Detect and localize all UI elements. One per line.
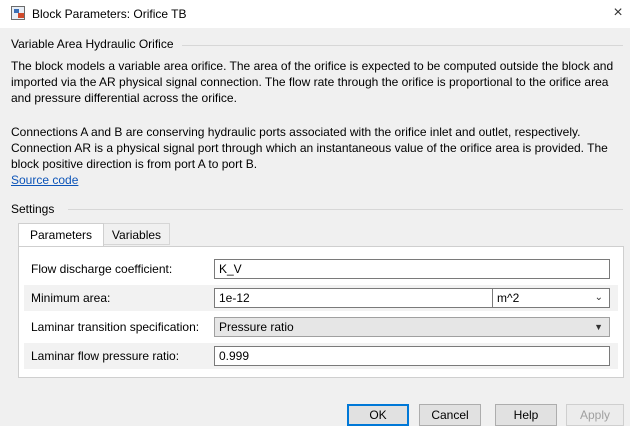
description-paragraph-1: The block models a variable area orifice… xyxy=(11,59,614,105)
chevron-down-icon: ⌄ xyxy=(594,292,603,303)
minimum-area-label: Minimum area: xyxy=(31,291,111,305)
title-bar: Block Parameters: Orifice TB × xyxy=(0,0,630,28)
param-row-laminar-spec: Laminar transition specification: Pressu… xyxy=(24,314,618,340)
tab-parameters[interactable]: Parameters xyxy=(18,223,104,247)
settings-heading: Settings xyxy=(11,202,55,216)
laminar-spec-value: Pressure ratio xyxy=(219,320,294,334)
minimum-area-unit-select[interactable]: m^2 ⌄ xyxy=(492,288,610,308)
laminar-pressure-label: Laminar flow pressure ratio: xyxy=(31,349,180,363)
window-title: Block Parameters: Orifice TB xyxy=(32,7,187,21)
help-button[interactable]: Help xyxy=(495,404,557,426)
description-divider xyxy=(182,45,623,46)
param-row-flow-discharge: Flow discharge coefficient: K_V xyxy=(24,256,618,282)
ok-button[interactable]: OK xyxy=(347,404,409,426)
param-row-laminar-pressure: Laminar flow pressure ratio: 0.999 xyxy=(24,343,618,369)
cancel-button[interactable]: Cancel xyxy=(419,404,481,426)
close-icon[interactable]: × xyxy=(608,3,628,23)
simulink-block-icon xyxy=(11,6,25,20)
source-code-link[interactable]: Source code xyxy=(11,173,78,187)
minimum-area-field[interactable]: 1e-12 xyxy=(214,288,502,308)
flow-discharge-field[interactable]: K_V xyxy=(214,259,610,279)
apply-button[interactable]: Apply xyxy=(566,404,624,426)
unit-value: m^2 xyxy=(497,291,520,305)
laminar-spec-select[interactable]: Pressure ratio ▼ xyxy=(214,317,610,337)
param-row-minimum-area: Minimum area: 1e-12 m^2 ⌄ xyxy=(24,285,618,311)
laminar-spec-label: Laminar transition specification: xyxy=(31,320,200,334)
laminar-pressure-field[interactable]: 0.999 xyxy=(214,346,610,366)
flow-discharge-label: Flow discharge coefficient: xyxy=(31,262,173,276)
settings-divider xyxy=(68,209,623,210)
tab-variables[interactable]: Variables xyxy=(104,223,170,245)
description-paragraph-2: Connections A and B are conserving hydra… xyxy=(11,125,608,171)
caret-down-icon: ▼ xyxy=(594,322,603,332)
description-heading: Variable Area Hydraulic Orifice xyxy=(11,37,174,51)
